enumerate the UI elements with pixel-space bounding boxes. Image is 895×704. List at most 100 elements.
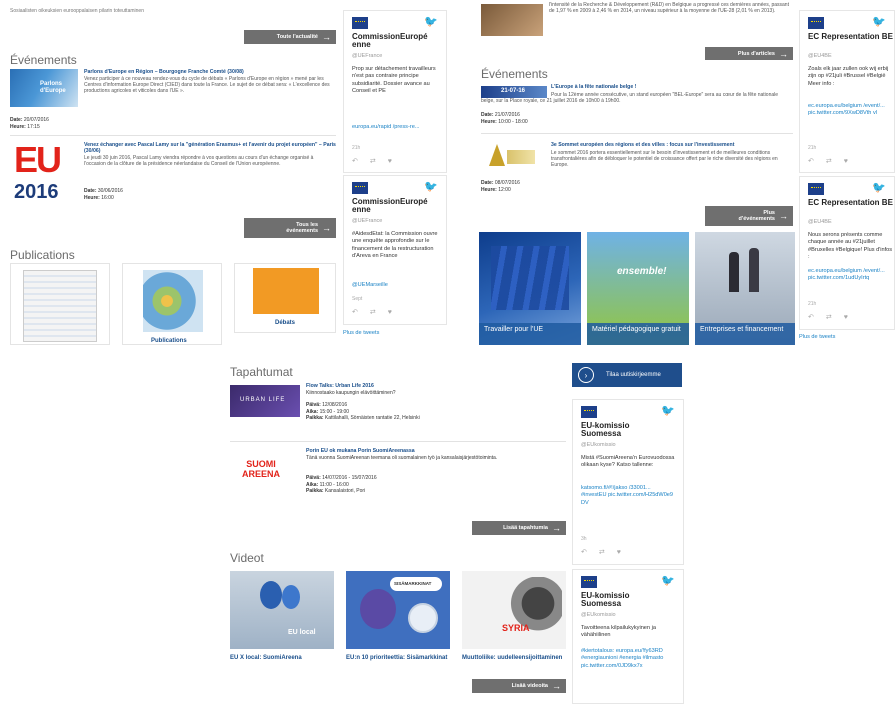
tweet-time[interactable]: 21h [808, 145, 816, 151]
reply-icon[interactable]: ↶ [808, 314, 826, 321]
twitter-bird-icon[interactable]: 🐦 [661, 574, 675, 587]
article-thumbnail[interactable] [481, 4, 543, 36]
retweet-icon[interactable]: ⇄ [826, 158, 844, 165]
tweet-author[interactable]: EU-komissio Suomessa [581, 422, 671, 438]
tweet-actions[interactable]: ↶⇄♥ [808, 157, 860, 165]
tile-caption[interactable]: Entreprises et financement [695, 323, 795, 345]
event-title-link[interactable]: Parlons d'Europe en Région – Bourgogne F… [84, 69, 334, 75]
like-icon[interactable]: ♥ [844, 314, 860, 321]
video-caption[interactable]: EU X local: SuomiAreena [230, 655, 334, 662]
video-thumbnail[interactable]: SISÄMARKKINAT [346, 571, 450, 649]
event-title-link[interactable]: L'Europe à la fête nationale belge ! [551, 84, 791, 90]
tile-business-funding[interactable]: Entreprises et financement [695, 232, 795, 345]
tweet-author[interactable]: CommissionEuropé enne [352, 33, 442, 49]
all-news-button[interactable]: Toute l'actualité → [244, 30, 336, 44]
twitter-bird-icon[interactable]: 🐦 [424, 15, 438, 28]
tweet-actions[interactable]: ↶⇄♥ [808, 313, 860, 321]
time-label: Heure: [481, 186, 497, 193]
event-title-link[interactable]: 3e Sommet européen des régions et des vi… [551, 142, 793, 148]
twitter-bird-icon[interactable]: 🐦 [661, 404, 675, 417]
tweet-time[interactable]: Sept [352, 296, 362, 302]
tweet-link[interactable]: @UEMarseille [352, 282, 442, 289]
retweet-icon[interactable]: ⇄ [370, 158, 388, 165]
tweet-link[interactable]: europa.eu/rapid /press-re... [352, 124, 442, 131]
more-events-button[interactable]: Lisää tapahtumia → [472, 521, 566, 535]
retweet-icon[interactable]: ⇄ [370, 309, 388, 316]
tile-caption[interactable]: Matériel pédagogique gratuit [587, 323, 689, 345]
tweet-link[interactable]: ec.europa.eu/belgium /event/... pic.twit… [808, 268, 894, 283]
event-thumbnail-summit[interactable] [481, 142, 537, 174]
tweet-handle[interactable]: @UEFrance [352, 218, 382, 224]
tweet-time[interactable]: 3h [581, 536, 587, 542]
publication-card[interactable]: Publications [122, 263, 222, 345]
eu-letters: EU [14, 142, 62, 180]
tweet-card[interactable]: 🐦 CommissionEuropé enne @UEFrance Prop s… [343, 10, 447, 173]
event-title-link[interactable]: Porin EU ok mukana Porin SuomiAreenassa [306, 448, 566, 454]
like-icon[interactable]: ♥ [844, 158, 860, 165]
more-tweets-link[interactable]: Plus de tweets [343, 330, 379, 336]
more-articles-button[interactable]: Plus d'articles → [705, 47, 793, 60]
all-events-button[interactable]: Tous les événements → [244, 218, 336, 238]
tweet-author[interactable]: EC Representation BE [808, 33, 894, 41]
tweet-text: #AidesdEtat: la Commission ouvre une enq… [352, 231, 438, 260]
tweet-link[interactable]: ec.europa.eu/belgium /event/... pic.twit… [808, 103, 894, 118]
tweet-time[interactable]: 21h [352, 145, 360, 151]
arrow-right-icon: → [322, 223, 331, 233]
tweet-time[interactable]: 21h [808, 301, 816, 307]
tile-teaching-material[interactable]: ensemble! Matériel pédagogique gratuit [587, 232, 689, 345]
flags-image [491, 246, 569, 310]
publication-card[interactable] [10, 263, 110, 345]
tweet-handle[interactable]: @EU4BE [808, 53, 832, 59]
event-title-link[interactable]: Venez échanger avec Pascal Lamy sur la "… [84, 142, 336, 154]
publication-caption[interactable]: Publications [151, 338, 187, 345]
tweet-actions[interactable]: ↶⇄♥ [581, 548, 633, 556]
tweet-card[interactable]: 🐦 EU-komissio Suomessa @EUkomissio Tavoi… [572, 569, 684, 704]
tweet-actions[interactable]: ↶⇄♥ [352, 157, 404, 165]
event-thumbnail-eu2016[interactable]: EU 2016 [12, 142, 76, 204]
like-icon[interactable]: ♥ [388, 309, 404, 316]
publication-card[interactable]: Débats [234, 263, 336, 333]
tile-work-for-eu[interactable]: Travailler pour l'UE [479, 232, 581, 345]
divider [10, 135, 336, 136]
video-caption[interactable]: Muuttoliike: uudelleensijoittaminen [462, 655, 566, 662]
more-events-button[interactable]: Plus d'événements → [705, 206, 793, 226]
event-thumbnail-suomiareena[interactable]: SUOMI AREENA [238, 455, 284, 491]
retweet-icon[interactable]: ⇄ [599, 549, 617, 556]
tweet-author[interactable]: EU-komissio Suomessa [581, 592, 671, 608]
tweet-handle[interactable]: @EU4BE [808, 219, 832, 225]
event-title-link[interactable]: Flow Talks: Urban Life 2016 [306, 383, 566, 389]
tweet-card[interactable]: 🐦 CommissionEuropé enne @UEFrance #Aides… [343, 175, 447, 325]
tweet-link[interactable]: #kiertotalous: europa.eu/!fy63RD #energi… [581, 648, 677, 670]
twitter-bird-icon[interactable]: 🐦 [872, 181, 886, 194]
reply-icon[interactable]: ↶ [352, 309, 370, 316]
twitter-bird-icon[interactable]: 🐦 [872, 15, 886, 28]
reply-icon[interactable]: ↶ [581, 549, 599, 556]
tweet-handle[interactable]: @UEFrance [352, 53, 382, 59]
tweet-card[interactable]: 🐦 EC Representation BE @EU4BE Nous seron… [799, 176, 895, 330]
divider [230, 441, 566, 442]
publication-caption[interactable]: Débats [275, 320, 295, 327]
video-thumbnail[interactable]: SYRIA [462, 571, 566, 649]
subscribe-newsletter-button[interactable]: › Tilaa uutiskirjeemme [572, 363, 682, 387]
video-thumbnail[interactable]: EU local [230, 571, 334, 649]
retweet-icon[interactable]: ⇄ [826, 314, 844, 321]
more-tweets-link[interactable]: Plus de tweets [799, 334, 835, 340]
twitter-bird-icon[interactable]: 🐦 [424, 180, 438, 193]
tweet-actions[interactable]: ↶⇄♥ [352, 308, 404, 316]
like-icon[interactable]: ♥ [388, 158, 404, 165]
tweet-handle[interactable]: @EUkomissio [581, 612, 616, 618]
tweet-card[interactable]: 🐦 EU-komissio Suomessa @EUkomissio Mistä… [572, 399, 684, 565]
event-thumbnail[interactable]: Parlons d'Europe [10, 69, 78, 107]
tweet-author[interactable]: EC Representation BE [808, 199, 894, 207]
tweet-handle[interactable]: @EUkomissio [581, 442, 616, 448]
like-icon[interactable]: ♥ [617, 549, 633, 556]
tweet-link[interactable]: katsomo.fi/#!/jakso /33001... #investEU … [581, 485, 677, 507]
tweet-card[interactable]: 🐦 EC Representation BE @EU4BE Zoals elk … [799, 10, 895, 173]
reply-icon[interactable]: ↶ [808, 158, 826, 165]
event-thumbnail[interactable]: URBAN LIFE [230, 385, 300, 417]
reply-icon[interactable]: ↶ [352, 158, 370, 165]
more-videos-button[interactable]: Lisää videoita → [472, 679, 566, 693]
video-caption[interactable]: EU:n 10 prioriteettia: Sisämarkkinat [346, 655, 450, 662]
tweet-author[interactable]: CommissionEuropé enne [352, 198, 442, 214]
tile-caption[interactable]: Travailler pour l'UE [479, 323, 581, 345]
